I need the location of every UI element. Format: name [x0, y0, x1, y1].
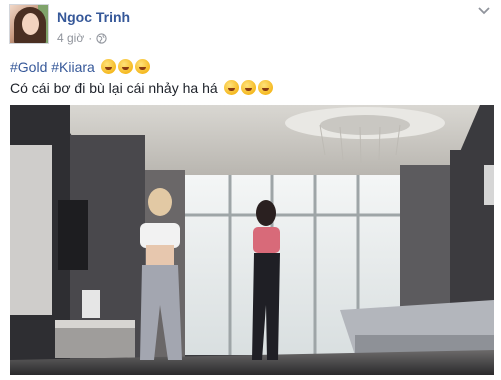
post-caption: Có cái bơ đi bù lại cái nhảy ha há	[10, 80, 218, 96]
author-avatar[interactable]	[9, 4, 49, 44]
hashtag-gold[interactable]: #Gold	[10, 59, 47, 75]
grinning-face-icon	[100, 59, 116, 74]
post-video[interactable]	[10, 105, 494, 375]
author-name[interactable]: Ngoc Trinh	[57, 9, 130, 25]
grinning-sweat-face-icon	[223, 80, 239, 95]
hashtag-kiiara[interactable]: #Kiiara	[51, 59, 95, 75]
chevron-down-icon[interactable]	[477, 6, 491, 16]
meta-separator: ·	[88, 31, 93, 45]
grinning-face-icon	[117, 59, 133, 74]
post-timestamp[interactable]: 4 giờ	[57, 31, 84, 45]
globe-icon[interactable]	[96, 32, 107, 44]
post-meta: 4 giờ ·	[57, 31, 107, 45]
video-frame-image	[10, 105, 494, 375]
grinning-face-icon	[134, 59, 150, 74]
hashtag-line: #Gold #Kiiara	[10, 59, 150, 75]
facebook-post: Ngoc Trinh 4 giờ · #Gold #Kiiara Có cái …	[0, 0, 501, 380]
grinning-sweat-face-icon	[240, 80, 256, 95]
caption-line: Có cái bơ đi bù lại cái nhảy ha há	[10, 80, 273, 96]
grinning-sweat-face-icon	[257, 80, 273, 95]
